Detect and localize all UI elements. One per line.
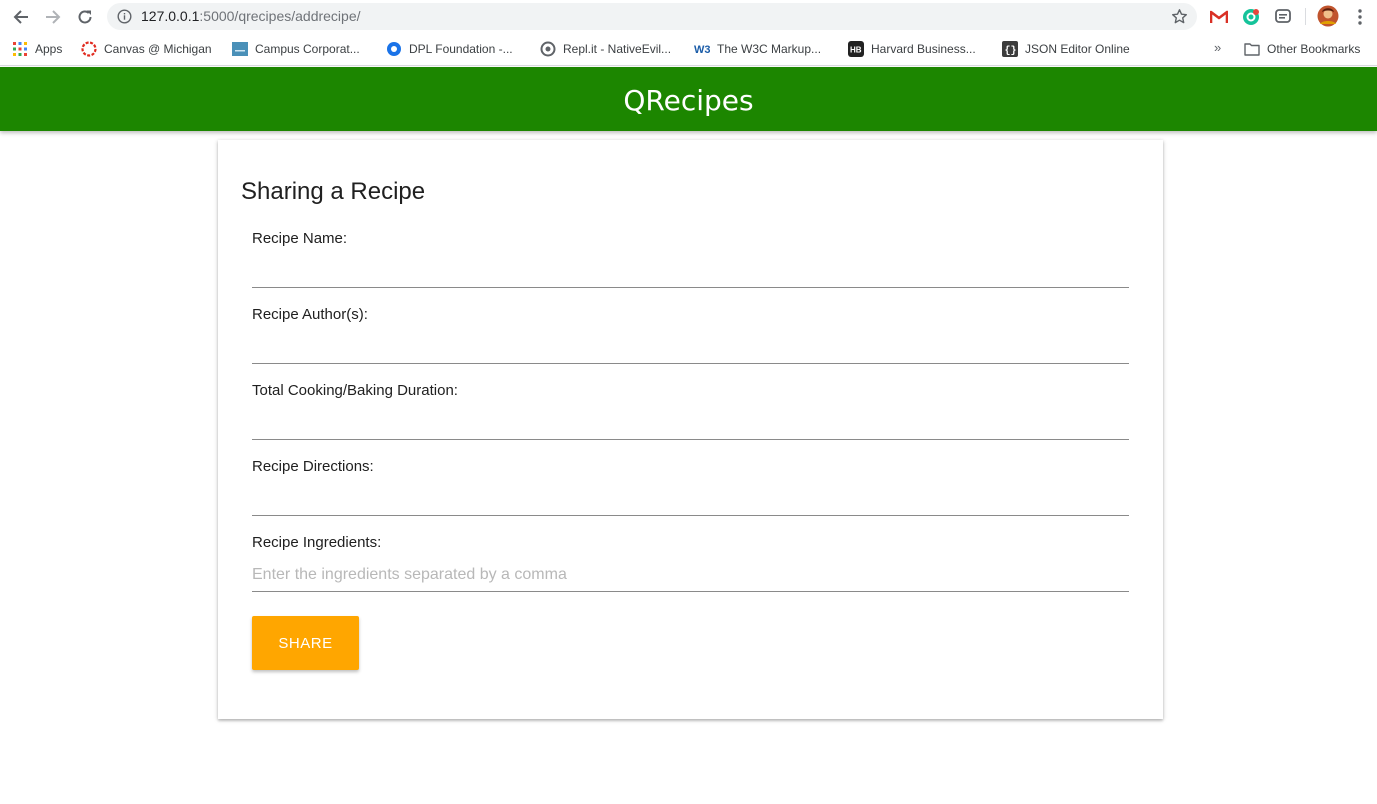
recipe-directions-label: Recipe Directions: — [252, 458, 374, 475]
chat-extension-icon[interactable] — [1273, 7, 1293, 27]
bookmark-label: Campus Corporat... — [255, 42, 360, 56]
browser-menu-icon[interactable] — [1350, 7, 1370, 27]
json-editor-icon: {} — [1002, 41, 1018, 57]
form-title: Sharing a Recipe — [241, 178, 426, 205]
bookmark-label: The W3C Markup... — [717, 42, 822, 56]
recipe-name-field: Recipe Name: — [252, 230, 1129, 306]
svg-text:W3: W3 — [694, 44, 710, 56]
cooking-duration-field: Total Cooking/Baking Duration: — [252, 382, 1129, 458]
cooking-duration-input[interactable] — [252, 406, 1129, 440]
w3c-icon: W3 — [694, 41, 710, 57]
bookmark-label: DPL Foundation -... — [409, 42, 513, 56]
recipe-authors-field: Recipe Author(s): — [252, 306, 1129, 382]
apps-grid-icon — [12, 41, 28, 57]
recipe-authors-input[interactable] — [252, 330, 1129, 364]
recipe-ingredients-input[interactable] — [252, 558, 1129, 592]
bookmark-w3c[interactable]: W3 The W3C Markup... — [694, 40, 821, 58]
bookmark-label: Canvas @ Michigan — [104, 42, 212, 56]
bookmark-label: Apps — [35, 42, 63, 56]
toolbar-divider — [1305, 8, 1306, 25]
bookmark-apps[interactable]: Apps — [12, 40, 62, 58]
url-text: 127.0.0.1:5000/qrecipes/addrecipe/ — [141, 8, 361, 25]
canvas-icon — [81, 41, 97, 57]
bookmark-label: Harvard Business... — [871, 42, 976, 56]
forward-arrow-icon[interactable] — [42, 6, 64, 28]
back-arrow-icon[interactable] — [10, 6, 32, 28]
recipe-directions-input[interactable] — [252, 482, 1129, 516]
replit-icon — [540, 41, 556, 57]
recipe-authors-label: Recipe Author(s): — [252, 306, 368, 323]
recipe-ingredients-label: Recipe Ingredients: — [252, 534, 382, 551]
address-bar[interactable]: 127.0.0.1:5000/qrecipes/addrecipe/ — [107, 3, 1197, 30]
bookmark-harvard-business[interactable]: HB Harvard Business... — [848, 40, 976, 58]
reload-icon[interactable] — [74, 6, 96, 28]
gmail-extension-icon[interactable] — [1209, 7, 1229, 27]
bookmarks-bar: Apps Canvas @ Michigan Campus Corporat..… — [0, 33, 1377, 66]
bookmark-canvas[interactable]: Canvas @ Michigan — [81, 40, 212, 58]
bookmark-dpl-foundation[interactable]: DPL Foundation -... — [386, 40, 513, 58]
bookmark-json-editor[interactable]: {} JSON Editor Online — [1002, 40, 1130, 58]
bookmark-other-bookmarks[interactable]: Other Bookmarks — [1244, 40, 1360, 58]
hbr-icon: HB — [848, 41, 864, 57]
bookmark-label: Repl.it - NativeEvil... — [563, 42, 672, 56]
app-title: QRecipes — [623, 83, 754, 117]
cooking-duration-label: Total Cooking/Baking Duration: — [252, 382, 458, 399]
bookmark-star-icon[interactable] — [1171, 8, 1188, 25]
browser-toolbar: 127.0.0.1:5000/qrecipes/addrecipe/ — [0, 0, 1377, 33]
url-path: :5000/qrecipes/addrecipe/ — [199, 8, 361, 24]
bookmarks-overflow-chevron[interactable]: » — [1214, 40, 1221, 55]
recipe-name-input[interactable] — [252, 254, 1129, 288]
url-host: 127.0.0.1 — [141, 8, 200, 24]
share-button[interactable]: SHARE — [252, 616, 359, 670]
folder-icon — [1244, 41, 1260, 57]
bookmark-label: JSON Editor Online — [1025, 42, 1130, 56]
site-info-icon[interactable] — [117, 9, 132, 24]
app-header: QRecipes — [0, 67, 1377, 131]
recipe-form-card: Sharing a Recipe Recipe Name: Recipe Aut… — [218, 140, 1163, 719]
campus-icon — [232, 41, 248, 57]
dpl-icon — [386, 41, 402, 57]
profile-avatar[interactable] — [1317, 5, 1339, 27]
svg-text:{}: {} — [1005, 45, 1017, 57]
svg-text:HB: HB — [850, 46, 862, 55]
recipe-directions-field: Recipe Directions: — [252, 458, 1129, 534]
bookmark-replit[interactable]: Repl.it - NativeEvil... — [540, 40, 671, 58]
grammarly-extension-icon[interactable] — [1241, 7, 1261, 27]
bookmark-label: Other Bookmarks — [1267, 42, 1361, 56]
recipe-ingredients-field: Recipe Ingredients: — [252, 534, 1129, 610]
bookmark-campus-corporate[interactable]: Campus Corporat... — [232, 40, 360, 58]
recipe-name-label: Recipe Name: — [252, 230, 348, 247]
